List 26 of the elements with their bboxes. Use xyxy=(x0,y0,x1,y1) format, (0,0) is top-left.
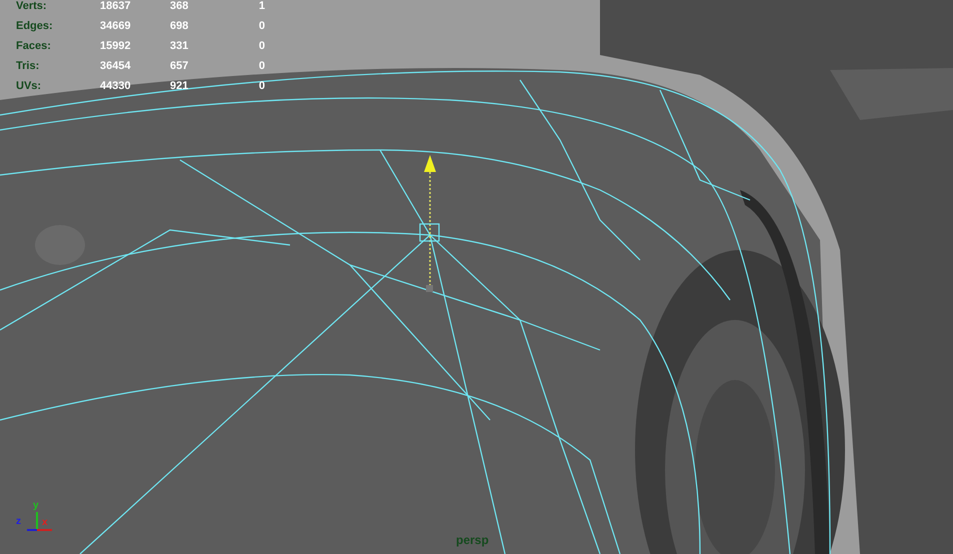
stat-value: 657 xyxy=(170,59,190,74)
stat-value: 698 xyxy=(170,19,190,34)
stat-value: 368 xyxy=(170,0,190,14)
stat-value: 921 xyxy=(170,79,190,94)
stat-value: 34669 xyxy=(100,19,132,34)
stat-value: 44330 xyxy=(100,79,132,94)
stat-value: 15992 xyxy=(100,39,132,54)
stat-value: 331 xyxy=(170,39,190,54)
move-manipulator-icon[interactable] xyxy=(419,155,440,292)
stat-label: Faces: xyxy=(16,39,52,54)
stat-label: UVs: xyxy=(16,79,42,94)
stat-value: 0 xyxy=(258,59,265,74)
stat-value: 36454 xyxy=(100,59,132,74)
axis-label: x xyxy=(42,517,48,528)
stat-label: Edges: xyxy=(16,19,54,34)
stat-label: Tris: xyxy=(16,59,40,74)
stat-value: 18637 xyxy=(100,0,132,14)
stat-value: 1 xyxy=(258,0,265,14)
stat-label: Verts: xyxy=(16,0,48,14)
stat-value: 0 xyxy=(258,39,265,54)
axis-gizmo-icon xyxy=(27,512,52,531)
axis-label: z xyxy=(16,516,21,527)
camera-label: persp xyxy=(456,533,489,547)
axis-label: y xyxy=(33,500,39,511)
stat-value: 0 xyxy=(258,19,265,34)
stat-value: 0 xyxy=(258,79,265,94)
